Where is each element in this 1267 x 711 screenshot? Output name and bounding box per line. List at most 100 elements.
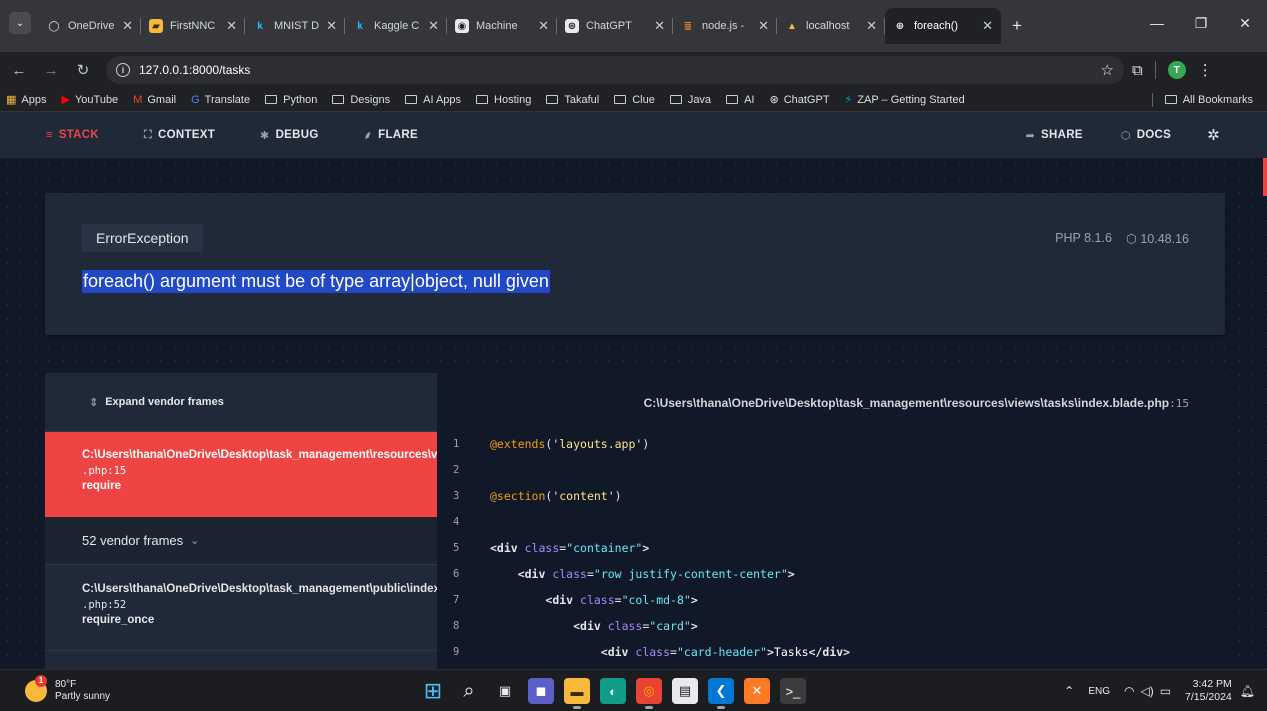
close-window-icon[interactable]: ✕ <box>1223 8 1267 38</box>
bookmark-python[interactable]: Python <box>265 94 317 106</box>
code-token: class <box>600 619 643 633</box>
bell-icon[interactable]: 🔔︎ <box>1240 684 1255 698</box>
flare-icon: ⸙ <box>363 129 373 142</box>
chevron-up-icon[interactable]: ⌃ <box>1064 684 1074 698</box>
scrollbar-thumb[interactable] <box>1263 158 1267 196</box>
code-token: class <box>517 541 560 555</box>
bookmark-zap-getting-started[interactable]: ⚡ ZAP – Getting Started <box>845 93 965 107</box>
back-icon[interactable]: ← <box>6 57 32 83</box>
new-tab-button[interactable]: + <box>1005 8 1029 44</box>
vendor-frames-toggle[interactable]: 52 vendor frames ⌄ <box>45 517 437 565</box>
browser-tab[interactable]: ⊛ ChatGPT ✕ <box>557 8 673 44</box>
browser-menu-icon[interactable]: ⋮ <box>1198 61 1213 79</box>
close-tab-icon[interactable]: ✕ <box>326 18 337 34</box>
browser-tab[interactable]: ▰ FirstNNC ✕ <box>141 8 245 44</box>
bookmark-apps[interactable]: ▦ Apps <box>6 93 46 107</box>
task-view-icon[interactable]: ▣ <box>492 678 518 704</box>
bookmark-gmail[interactable]: M Gmail <box>133 94 176 106</box>
forward-icon[interactable]: → <box>38 57 64 83</box>
code-line: 9 <div class="card-header">Tasks</div> <box>438 639 1225 665</box>
wifi-icon[interactable]: ◠ <box>1124 684 1134 698</box>
search-icon[interactable]: ⌕ <box>456 678 482 704</box>
bookmark-ai[interactable]: AI <box>726 94 754 106</box>
close-tab-icon[interactable]: ✕ <box>226 18 237 34</box>
bookmark-java[interactable]: Java <box>669 94 711 106</box>
laravel-icon: ⬡ <box>1120 129 1131 142</box>
close-tab-icon[interactable]: ✕ <box>428 18 439 34</box>
frames-list: ⇕ Expand vendor frames C:\Users\thana\On… <box>45 373 438 669</box>
browser-tab[interactable]: ▲ localhost ✕ <box>777 8 885 44</box>
weather-widget[interactable]: 1 80°F Partly sunny <box>25 674 110 703</box>
stack-frame-active[interactable]: C:\Users\thana\OneDrive\Desktop\task_man… <box>45 432 437 517</box>
code-text: <div class="card-header">Tasks</div> <box>490 645 850 659</box>
code-token: = <box>586 567 594 581</box>
reload-icon[interactable]: ↻ <box>70 57 96 83</box>
line-number: 2 <box>453 464 460 476</box>
store-icon[interactable]: ▤ <box>672 678 698 704</box>
expand-icon: ⇕ <box>89 396 99 409</box>
bookmark-label: AI <box>744 93 755 106</box>
profile-avatar[interactable]: T <box>1167 61 1186 79</box>
bookmark-label: ChatGPT <box>783 93 830 106</box>
kaggle-icon: k <box>257 20 263 32</box>
close-tab-icon[interactable]: ✕ <box>538 18 549 34</box>
close-tab-icon[interactable]: ✕ <box>866 18 877 34</box>
exception-class: ErrorException <box>82 224 203 252</box>
close-tab-icon[interactable]: ✕ <box>122 18 133 34</box>
xampp-icon[interactable]: ✕ <box>744 678 770 704</box>
edge-icon[interactable]: ◐ <box>600 678 626 704</box>
tab-label: foreach() <box>914 20 959 32</box>
nav-flare[interactable]: ⸙ FLARE <box>364 128 418 143</box>
browser-tab[interactable]: ⊕ foreach() ✕ <box>885 8 1001 44</box>
browser-tab[interactable]: k Kaggle C ✕ <box>345 8 447 44</box>
frame-function: require_once <box>82 614 155 626</box>
bookmark-clue[interactable]: Clue <box>614 94 655 106</box>
bookmark-hosting[interactable]: Hosting <box>476 94 531 106</box>
bookmark-youtube[interactable]: ▶ YouTube <box>61 93 118 107</box>
bookmark-translate[interactable]: G Translate <box>191 94 250 106</box>
browser-tab[interactable]: k MNIST D ✕ <box>245 8 345 44</box>
stack-frame[interactable]: C:\Users\thana\OneDrive\Desktop\task_man… <box>45 565 437 651</box>
bookmark-ai-apps[interactable]: AI Apps <box>405 94 461 106</box>
vendor-frames-label: 52 vendor frames <box>82 533 184 548</box>
close-tab-icon[interactable]: ✕ <box>758 18 769 34</box>
extensions-icon[interactable]: ⧉ <box>1132 62 1143 79</box>
bookmark-chatgpt[interactable]: ⊛ ChatGPT <box>769 93 830 107</box>
browser-tab[interactable]: ≣ node.js - ✕ <box>673 8 777 44</box>
nav-docs[interactable]: ⬡ DOCS <box>1121 129 1171 142</box>
minimize-icon[interactable]: — <box>1135 8 1179 38</box>
battery-icon[interactable]: ▭ <box>1160 684 1171 698</box>
browser-tab[interactable]: ◯ OneDrive ✕ <box>39 8 141 44</box>
tab-search-button[interactable]: ⌄ <box>9 12 31 34</box>
nav-stack[interactable]: ≡ STACK <box>46 129 99 141</box>
vscode-icon[interactable]: ❮ <box>708 678 734 709</box>
file-explorer-icon[interactable]: ▬ <box>564 678 590 709</box>
nav-debug[interactable]: ✱ DEBUG <box>260 129 319 142</box>
site-info-icon[interactable]: i <box>116 63 130 77</box>
volume-icon[interactable]: ◁) <box>1140 684 1153 698</box>
tab-label: node.js - <box>702 20 745 32</box>
bookmark-takaful[interactable]: Takaful <box>546 94 599 106</box>
browser-tab[interactable]: ◉ Machine ✕ <box>447 8 557 44</box>
expand-vendor-frames-button[interactable]: ⇕ Expand vendor frames <box>45 373 437 432</box>
close-tab-icon[interactable]: ✕ <box>654 18 665 34</box>
start-button[interactable]: ⊞ <box>420 678 446 704</box>
chrome-icon[interactable]: ◎ <box>636 678 662 709</box>
clock[interactable]: 3:42 PM 7/15/2024 <box>1185 678 1232 704</box>
gear-icon[interactable]: ✲ <box>1207 126 1220 144</box>
restore-icon[interactable]: ❐ <box>1179 8 1223 38</box>
nav-context[interactable]: ⛶ CONTEXT <box>144 129 215 142</box>
terminal-icon[interactable]: >_ <box>780 678 806 704</box>
all-bookmarks-button[interactable]: All Bookmarks <box>1164 94 1253 106</box>
nav-share[interactable]: ➦ SHARE <box>1025 129 1082 142</box>
meet-icon[interactable]: ◼ <box>528 678 554 704</box>
language-indicator[interactable]: ENG <box>1088 686 1110 697</box>
code-file-path[interactable]: C:\Users\thana\OneDrive\Desktop\task_man… <box>644 396 1189 410</box>
window-controls: — ❐ ✕ <box>1135 8 1267 38</box>
bookmark-designs[interactable]: Designs <box>332 94 390 106</box>
close-tab-icon[interactable]: ✕ <box>982 18 993 34</box>
bookmark-star-icon[interactable]: ☆ <box>1101 61 1114 79</box>
frame-line: .php:52 <box>82 599 127 611</box>
code-line: 3 @section('content') <box>438 483 1225 509</box>
address-bar[interactable]: i 127.0.0.1:8000/tasks ☆ <box>106 56 1124 84</box>
